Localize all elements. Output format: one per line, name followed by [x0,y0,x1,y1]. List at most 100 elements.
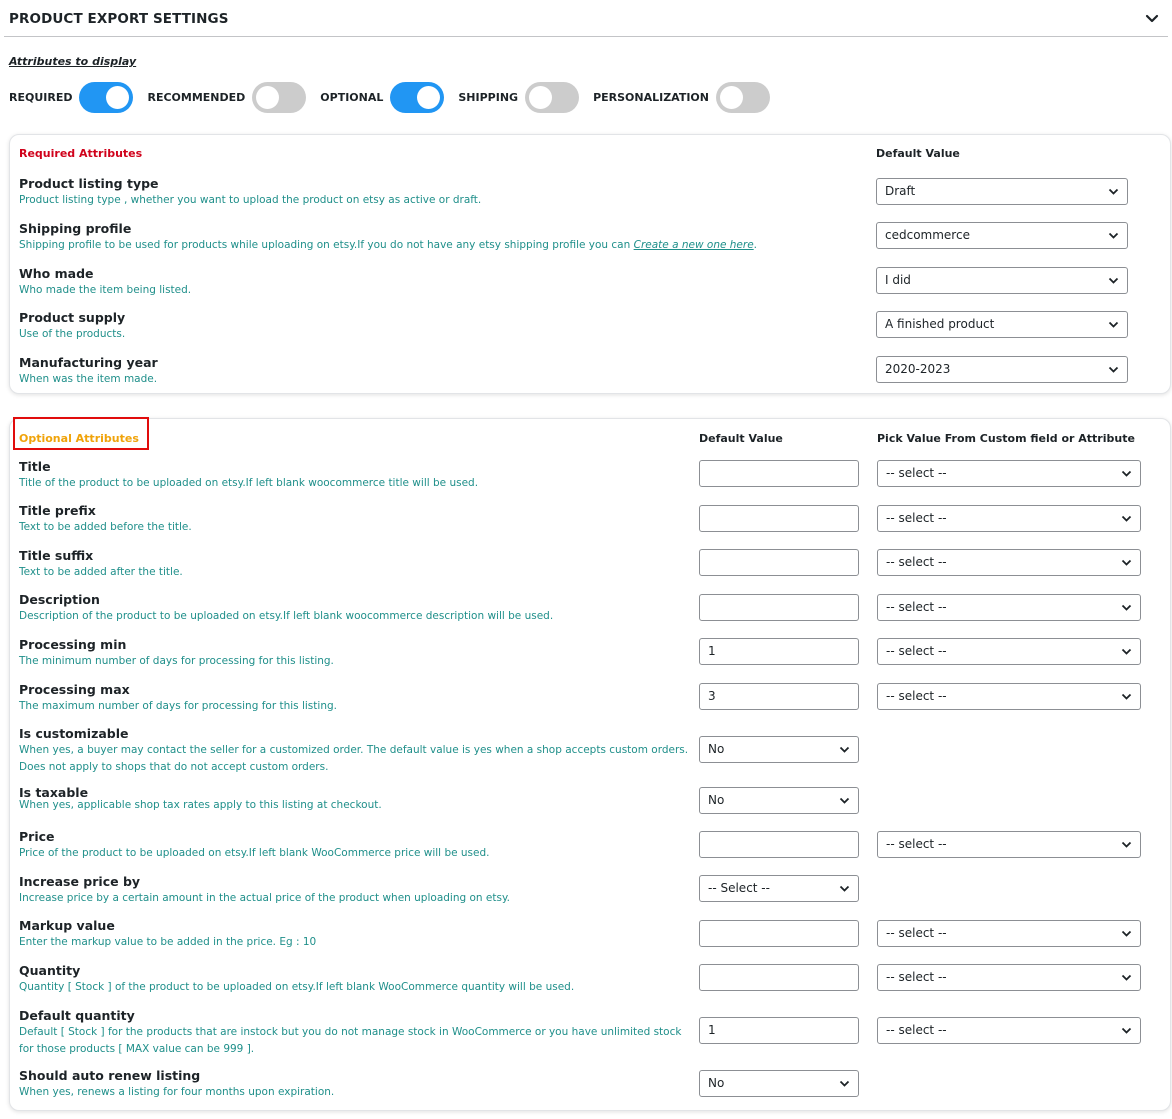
select-value: No [708,793,725,807]
attr-desc: Enter the markup value to be added in th… [19,936,317,948]
description-pick-select[interactable]: -- select -- [877,594,1141,621]
title-pick-select[interactable]: -- select -- [877,460,1141,487]
is-taxable-select[interactable]: No [699,787,859,814]
attr-row-quantity: Quantity Quantity [ Stock ] of the produ… [19,963,574,996]
processing-min-input[interactable]: 1 [699,638,859,665]
select-value: -- select -- [886,511,947,525]
chevron-down-icon [1108,321,1119,328]
attr-desc: Price of the product to be uploaded on e… [19,847,490,859]
page-title: PRODUCT EXPORT SETTINGS [9,11,229,27]
listing-type-select[interactable]: Draft [876,178,1128,205]
title-suffix-input[interactable] [699,549,859,576]
select-value: -- select -- [886,644,947,658]
attr-row-title: Title Title of the product to be uploade… [19,459,478,492]
chevron-down-icon [1121,841,1132,848]
desc-text: . [753,239,758,251]
attr-row-manufacturing-year: Manufacturing year When was the item mad… [19,355,158,388]
create-shipping-profile-link[interactable]: Create a new one here [634,239,754,251]
attr-name: Processing min [19,637,127,652]
attr-name: Increase price by [19,874,141,889]
product-supply-select[interactable]: A finished product [876,311,1128,338]
attr-desc: The minimum number of days for processin… [19,655,334,667]
select-value: I did [885,273,911,287]
toggle-knob [256,85,280,109]
markup-value-input[interactable] [699,920,859,947]
attr-desc: Product listing type , whether you want … [19,194,482,206]
attr-row-increase-price-by: Increase price by Increase price by a ce… [19,874,510,907]
chevron-down-icon [1121,470,1132,477]
default-quantity-input[interactable]: 1 [699,1017,859,1044]
attr-desc: Who made the item being listed. [19,284,192,296]
title-input[interactable] [699,460,859,487]
select-value: cedcommerce [885,228,970,242]
select-value: -- select -- [886,555,947,569]
toggle-required[interactable] [79,81,134,113]
title-prefix-input[interactable] [699,505,859,532]
attr-desc: When yes, a buyer may contact the seller… [19,744,689,773]
attr-desc: When was the item made. [19,373,158,385]
attr-desc: The maximum number of days for processin… [19,700,337,712]
chevron-down-icon [1121,648,1132,655]
attr-row-title-suffix: Title suffix Text to be added after the … [19,548,183,581]
processing-max-pick-select[interactable]: -- select -- [877,683,1141,710]
toggle-optional[interactable] [390,81,445,113]
attributes-display-label: Attributes to display [9,55,137,68]
increase-price-by-select[interactable]: -- Select -- [699,875,859,902]
description-input[interactable] [699,594,859,621]
title-suffix-pick-select[interactable]: -- select -- [877,549,1141,576]
attr-name: Markup value [19,918,115,933]
attr-row-auto-renew: Should auto renew listing When yes, rene… [19,1068,334,1101]
manufacturing-year-select[interactable]: 2020-2023 [876,356,1128,383]
markup-value-pick-select[interactable]: -- select -- [877,920,1141,947]
price-pick-select[interactable]: -- select -- [877,831,1141,858]
attr-desc: Use of the products. [19,328,126,340]
select-value: -- select -- [886,970,947,984]
default-quantity-pick-select[interactable]: -- select -- [877,1017,1141,1044]
attr-name: Quantity [19,963,81,978]
select-value: -- Select -- [708,881,770,895]
chevron-down-icon [1108,232,1119,239]
chevron-down-icon [1121,559,1132,566]
auto-renew-select[interactable]: No [699,1070,859,1097]
optional-attributes-panel: Optional Attributes Default Value Pick V… [9,417,1171,1111]
toggle-personalization[interactable] [716,81,770,113]
processing-max-input[interactable]: 3 [699,683,859,710]
attr-name: Is customizable [19,726,129,741]
toggle-shipping[interactable] [525,81,580,113]
title-prefix-pick-select[interactable]: -- select -- [877,505,1141,532]
attr-row-who-made: Who made Who made the item being listed. [19,266,191,299]
attr-name: Default quantity [19,1008,135,1023]
shipping-profile-select[interactable]: cedcommerce [876,222,1128,249]
is-customizable-select[interactable]: No [699,736,859,763]
quantity-pick-select[interactable]: -- select -- [877,964,1141,991]
attr-name: Title prefix [19,503,96,518]
attr-row-is-customizable: Is customizable When yes, a buyer may co… [19,726,689,776]
attr-row-default-quantity: Default quantity Default [ Stock ] for t… [19,1008,689,1058]
attr-row-processing-max: Processing max The maximum number of day… [19,682,337,715]
attr-desc: When yes, renews a listing for four mont… [19,1086,335,1098]
price-input[interactable] [699,831,859,858]
chevron-down-icon [1121,604,1132,611]
toggle-recommended[interactable] [252,81,307,113]
attr-name: Title suffix [19,548,94,563]
attr-row-price: Price Price of the product to be uploade… [19,829,490,862]
chevron-down-icon[interactable] [1144,11,1160,27]
attr-desc: Quantity [ Stock ] of the product to be … [19,981,575,993]
attr-row-is-taxable: Is taxable When yes, applicable shop tax… [19,785,382,814]
settings-header[interactable]: PRODUCT EXPORT SETTINGS [4,0,1168,37]
select-value: Draft [885,184,916,198]
toggle-knob [106,85,130,109]
who-made-select[interactable]: I did [876,267,1128,294]
toggle-label-recommended: RECOMMENDED [147,90,246,104]
select-value: -- select -- [886,926,947,940]
chevron-down-icon [1121,930,1132,937]
chevron-down-icon [1121,693,1132,700]
attr-desc: Shipping profile to be used for products… [19,237,757,254]
toggle-knob [720,85,743,109]
processing-min-pick-select[interactable]: -- select -- [877,638,1141,665]
chevron-down-icon [1121,1027,1132,1034]
quantity-input[interactable] [699,964,859,991]
attr-desc: Increase price by a certain amount in th… [19,892,511,904]
chevron-down-icon [839,746,850,753]
attr-name: Manufacturing year [19,355,158,370]
